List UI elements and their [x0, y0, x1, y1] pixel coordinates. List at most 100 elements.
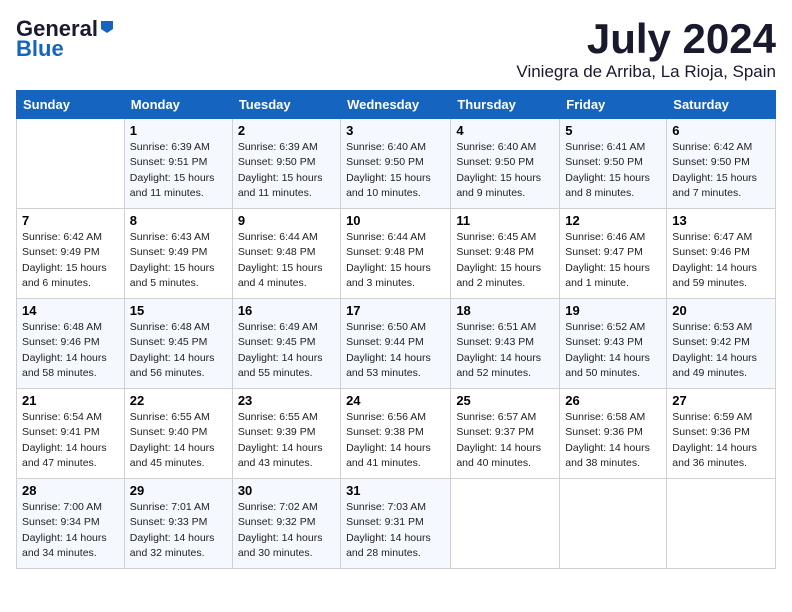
weekday-header: Wednesday: [341, 91, 451, 119]
calendar-cell: 11 Sunrise: 6:45 AMSunset: 9:48 PMDayligh…: [451, 209, 560, 299]
cell-info: Sunrise: 6:55 AMSunset: 9:39 PMDaylight:…: [238, 411, 323, 469]
cell-info: Sunrise: 6:41 AMSunset: 9:50 PMDaylight:…: [565, 141, 650, 199]
title-block: July 2024 Viniegra de Arriba, La Rioja, …: [516, 16, 776, 82]
cell-info: Sunrise: 6:49 AMSunset: 9:45 PMDaylight:…: [238, 321, 323, 379]
day-number: 8: [130, 213, 227, 228]
cell-info: Sunrise: 6:43 AMSunset: 9:49 PMDaylight:…: [130, 231, 215, 289]
calendar-cell: 12 Sunrise: 6:46 AMSunset: 9:47 PMDayligh…: [560, 209, 667, 299]
logo-flag-icon: [99, 19, 115, 35]
cell-info: Sunrise: 6:46 AMSunset: 9:47 PMDaylight:…: [565, 231, 650, 289]
logo: General Blue: [16, 16, 115, 62]
calendar-cell: 7 Sunrise: 6:42 AMSunset: 9:49 PMDaylight…: [17, 209, 125, 299]
calendar-cell: 16 Sunrise: 6:49 AMSunset: 9:45 PMDayligh…: [232, 299, 340, 389]
cell-info: Sunrise: 6:55 AMSunset: 9:40 PMDaylight:…: [130, 411, 215, 469]
cell-info: Sunrise: 6:54 AMSunset: 9:41 PMDaylight:…: [22, 411, 107, 469]
weekday-header-row: SundayMondayTuesdayWednesdayThursdayFrid…: [17, 91, 776, 119]
calendar-cell: 9 Sunrise: 6:44 AMSunset: 9:48 PMDaylight…: [232, 209, 340, 299]
cell-info: Sunrise: 6:44 AMSunset: 9:48 PMDaylight:…: [238, 231, 323, 289]
day-number: 22: [130, 393, 227, 408]
cell-info: Sunrise: 6:58 AMSunset: 9:36 PMDaylight:…: [565, 411, 650, 469]
day-number: 23: [238, 393, 335, 408]
day-number: 10: [346, 213, 445, 228]
cell-info: Sunrise: 6:39 AMSunset: 9:51 PMDaylight:…: [130, 141, 215, 199]
cell-info: Sunrise: 6:59 AMSunset: 9:36 PMDaylight:…: [672, 411, 757, 469]
calendar-cell: 31 Sunrise: 7:03 AMSunset: 9:31 PMDayligh…: [341, 479, 451, 569]
cell-info: Sunrise: 6:48 AMSunset: 9:45 PMDaylight:…: [130, 321, 215, 379]
cell-info: Sunrise: 6:42 AMSunset: 9:49 PMDaylight:…: [22, 231, 107, 289]
cell-info: Sunrise: 7:01 AMSunset: 9:33 PMDaylight:…: [130, 501, 215, 559]
cell-info: Sunrise: 6:45 AMSunset: 9:48 PMDaylight:…: [456, 231, 541, 289]
calendar-cell: 29 Sunrise: 7:01 AMSunset: 9:33 PMDayligh…: [124, 479, 232, 569]
calendar-cell: 13 Sunrise: 6:47 AMSunset: 9:46 PMDayligh…: [667, 209, 776, 299]
calendar-cell: 26 Sunrise: 6:58 AMSunset: 9:36 PMDayligh…: [560, 389, 667, 479]
day-number: 1: [130, 123, 227, 138]
calendar-cell: [451, 479, 560, 569]
day-number: 27: [672, 393, 770, 408]
day-number: 31: [346, 483, 445, 498]
cell-info: Sunrise: 6:56 AMSunset: 9:38 PMDaylight:…: [346, 411, 431, 469]
calendar-cell: 28Sunrise: 7:00 AMSunset: 9:34 PMDayligh…: [17, 479, 125, 569]
calendar-table: SundayMondayTuesdayWednesdayThursdayFrid…: [16, 90, 776, 569]
weekday-header: Saturday: [667, 91, 776, 119]
calendar-cell: 8 Sunrise: 6:43 AMSunset: 9:49 PMDaylight…: [124, 209, 232, 299]
calendar-cell: 22 Sunrise: 6:55 AMSunset: 9:40 PMDayligh…: [124, 389, 232, 479]
day-number: 2: [238, 123, 335, 138]
day-number: 25: [456, 393, 554, 408]
day-number: 11: [456, 213, 554, 228]
calendar-week-row: 21 Sunrise: 6:54 AMSunset: 9:41 PMDayligh…: [17, 389, 776, 479]
calendar-cell: 19 Sunrise: 6:52 AMSunset: 9:43 PMDayligh…: [560, 299, 667, 389]
calendar-cell: 18Sunrise: 6:51 AMSunset: 9:43 PMDayligh…: [451, 299, 560, 389]
calendar-cell: 20 Sunrise: 6:53 AMSunset: 9:42 PMDayligh…: [667, 299, 776, 389]
weekday-header: Monday: [124, 91, 232, 119]
cell-info: Sunrise: 7:03 AMSunset: 9:31 PMDaylight:…: [346, 501, 431, 559]
calendar-location: Viniegra de Arriba, La Rioja, Spain: [516, 62, 776, 82]
calendar-cell: 1 Sunrise: 6:39 AMSunset: 9:51 PMDaylight…: [124, 119, 232, 209]
day-number: 13: [672, 213, 770, 228]
day-number: 3: [346, 123, 445, 138]
cell-info: Sunrise: 6:48 AMSunset: 9:46 PMDaylight:…: [22, 321, 107, 379]
weekday-header: Thursday: [451, 91, 560, 119]
calendar-week-row: 28Sunrise: 7:00 AMSunset: 9:34 PMDayligh…: [17, 479, 776, 569]
cell-info: Sunrise: 6:53 AMSunset: 9:42 PMDaylight:…: [672, 321, 757, 379]
logo-blue: Blue: [16, 36, 64, 62]
day-number: 15: [130, 303, 227, 318]
day-number: 4: [456, 123, 554, 138]
day-number: 6: [672, 123, 770, 138]
day-number: 12: [565, 213, 661, 228]
calendar-title: July 2024: [516, 16, 776, 62]
day-number: 14: [22, 303, 119, 318]
weekday-header: Friday: [560, 91, 667, 119]
calendar-cell: 10 Sunrise: 6:44 AMSunset: 9:48 PMDayligh…: [341, 209, 451, 299]
calendar-cell: [17, 119, 125, 209]
calendar-cell: 23 Sunrise: 6:55 AMSunset: 9:39 PMDayligh…: [232, 389, 340, 479]
page-header: General Blue July 2024 Viniegra de Arrib…: [16, 16, 776, 82]
cell-info: Sunrise: 6:51 AMSunset: 9:43 PMDaylight:…: [456, 321, 541, 379]
calendar-week-row: 7 Sunrise: 6:42 AMSunset: 9:49 PMDaylight…: [17, 209, 776, 299]
day-number: 21: [22, 393, 119, 408]
cell-info: Sunrise: 6:39 AMSunset: 9:50 PMDaylight:…: [238, 141, 323, 199]
day-number: 29: [130, 483, 227, 498]
calendar-week-row: 14 Sunrise: 6:48 AMSunset: 9:46 PMDayligh…: [17, 299, 776, 389]
cell-info: Sunrise: 6:52 AMSunset: 9:43 PMDaylight:…: [565, 321, 650, 379]
cell-info: Sunrise: 6:40 AMSunset: 9:50 PMDaylight:…: [456, 141, 541, 199]
day-number: 16: [238, 303, 335, 318]
day-number: 7: [22, 213, 119, 228]
cell-info: Sunrise: 7:00 AMSunset: 9:34 PMDaylight:…: [22, 501, 107, 559]
cell-info: Sunrise: 6:42 AMSunset: 9:50 PMDaylight:…: [672, 141, 757, 199]
day-number: 24: [346, 393, 445, 408]
calendar-cell: 4 Sunrise: 6:40 AMSunset: 9:50 PMDaylight…: [451, 119, 560, 209]
cell-info: Sunrise: 6:44 AMSunset: 9:48 PMDaylight:…: [346, 231, 431, 289]
day-number: 26: [565, 393, 661, 408]
day-number: 9: [238, 213, 335, 228]
cell-info: Sunrise: 7:02 AMSunset: 9:32 PMDaylight:…: [238, 501, 323, 559]
cell-info: Sunrise: 6:50 AMSunset: 9:44 PMDaylight:…: [346, 321, 431, 379]
calendar-cell: [667, 479, 776, 569]
calendar-cell: 3Sunrise: 6:40 AMSunset: 9:50 PMDaylight…: [341, 119, 451, 209]
day-number: 5: [565, 123, 661, 138]
cell-info: Sunrise: 6:47 AMSunset: 9:46 PMDaylight:…: [672, 231, 757, 289]
day-number: 20: [672, 303, 770, 318]
day-number: 19: [565, 303, 661, 318]
calendar-cell: 15 Sunrise: 6:48 AMSunset: 9:45 PMDayligh…: [124, 299, 232, 389]
cell-info: Sunrise: 6:57 AMSunset: 9:37 PMDaylight:…: [456, 411, 541, 469]
calendar-cell: 6 Sunrise: 6:42 AMSunset: 9:50 PMDaylight…: [667, 119, 776, 209]
